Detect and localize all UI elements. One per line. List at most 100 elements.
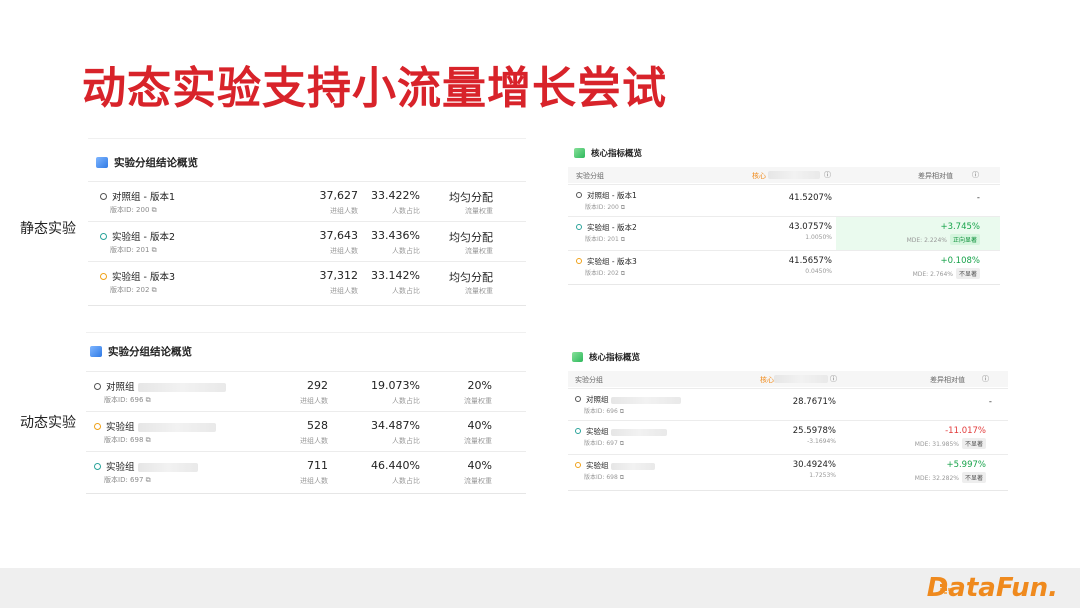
copy-icon[interactable]: ⧉ [152, 246, 157, 254]
traffic-weight: 均匀分配 [449, 271, 493, 284]
metric-delta: 0.0450% [805, 268, 832, 275]
table-row: 实验组 - 版本2 版本ID: 201 ⧉ 37,643 进组人数 33.436… [88, 221, 526, 262]
share-caption: 人数占比 [392, 437, 420, 445]
info-icon[interactable]: ⓘ [972, 170, 979, 180]
metrics-icon [574, 148, 585, 158]
group-name[interactable]: 对照组 - 版本1 [587, 191, 637, 200]
blurred-metric-name [768, 171, 820, 179]
diff-value: - [976, 193, 980, 203]
status-dot [576, 224, 582, 230]
metric-value: 28.7671% [792, 397, 836, 407]
group-name[interactable]: 实验组 [106, 462, 135, 473]
static-experiment-label: 静态实验 [20, 221, 76, 237]
metrics-icon [572, 352, 583, 362]
status-dot [94, 463, 101, 470]
group-name[interactable]: 对照组 [586, 395, 609, 404]
entry-count-caption: 进组人数 [300, 477, 328, 485]
metric-delta: 1.7253% [809, 472, 836, 479]
share-percent: 33.422% [371, 189, 420, 202]
traffic-weight: 均匀分配 [449, 231, 493, 244]
mde-info: MDE: 31.985% 不显著 [898, 438, 986, 449]
static-metrics-card: 核心指标概览 实验分组 核心 ⓘ 差异相对值 ⓘ 对照组 - 版本1 版本ID:… [568, 138, 1000, 285]
traffic-weight-caption: 流量权重 [464, 477, 492, 485]
copy-icon[interactable]: ⧉ [146, 396, 151, 404]
group-name[interactable]: 实验组 - 版本3 [112, 272, 175, 283]
table-row: 对照组 - 版本1 版本ID: 200 ⧉ 37,627 进组人数 33.422… [88, 181, 526, 222]
copy-icon[interactable]: ⧉ [146, 476, 151, 484]
mde-info: MDE: 2.764% 不显著 [898, 268, 980, 279]
version-id: 版本ID: 200 ⧉ [110, 206, 157, 214]
table-header: 实验分组 核心 ⓘ 差异相对值 ⓘ [568, 371, 1008, 387]
group-name[interactable]: 对照组 - 版本1 [112, 192, 175, 203]
entry-count: 528 [307, 419, 328, 432]
table-row: 对照组 版本ID: 696 ⧉ 292 进组人数 19.073% 人数占比 20… [86, 371, 526, 412]
slide-title: 动态实验支持小流量增长尝试 [82, 63, 667, 114]
info-icon[interactable]: ⓘ [824, 170, 831, 180]
group-name[interactable]: 实验组 - 版本2 [587, 223, 637, 232]
share-caption: 人数占比 [392, 477, 420, 485]
col-group: 实验分组 [576, 172, 604, 180]
traffic-weight: 40% [467, 459, 492, 472]
version-id: 版本ID: 698 ⧉ [104, 436, 151, 444]
table-row: 实验组 版本ID: 697 ⧉ 25.5978% -3.1694% -11.01… [568, 420, 1008, 455]
version-id: 版本ID: 202 ⧉ [110, 286, 157, 294]
diff-value: - [988, 397, 992, 407]
entry-count-caption: 进组人数 [330, 207, 358, 215]
group-name[interactable]: 实验组 [586, 427, 609, 436]
traffic-weight-caption: 流量权重 [465, 207, 493, 215]
blurred-group-desc [610, 396, 681, 404]
share-percent: 19.073% [371, 379, 420, 392]
status-dot [100, 233, 107, 240]
blurred-group-desc [137, 383, 226, 392]
group-name[interactable]: 对照组 [106, 382, 135, 393]
diff-value: +3.745% [940, 222, 980, 232]
copy-icon[interactable]: ⧉ [146, 436, 151, 444]
version-id: 版本ID: 698 ⧉ [584, 474, 624, 481]
status-dot [94, 423, 101, 430]
share-percent: 34.487% [371, 419, 420, 432]
share-percent: 33.436% [371, 229, 420, 242]
table-row: 实验组 - 版本3 版本ID: 202 ⧉ 37,312 进组人数 33.142… [88, 261, 526, 302]
group-name[interactable]: 实验组 [106, 422, 135, 433]
share-caption: 人数占比 [392, 397, 420, 405]
group-name[interactable]: 实验组 - 版本3 [587, 257, 637, 266]
blurred-group-desc [137, 423, 216, 432]
significance-badge: 不显著 [955, 268, 980, 279]
summary-header: 实验分组结论概览 [108, 346, 192, 358]
diff-value: +0.108% [940, 256, 980, 266]
version-id: 版本ID: 697 ⧉ [584, 440, 624, 447]
traffic-weight-caption: 流量权重 [464, 437, 492, 445]
dynamic-summary-card: 实验分组结论概览 对照组 版本ID: 696 ⧉ 292 进组人数 19.073… [86, 332, 526, 494]
dynamic-metrics-card: 核心指标概览 实验分组 核心 ⓘ 差异相对值 ⓘ 对照组 版本ID: 696 ⧉… [568, 342, 1008, 491]
table-row: 实验组 版本ID: 697 ⧉ 711 进组人数 46.440% 人数占比 40… [86, 451, 526, 492]
status-dot [576, 258, 582, 264]
metric-value: 43.0757% [788, 222, 832, 232]
version-id: 版本ID: 201 ⧉ [110, 246, 157, 254]
info-icon[interactable]: ⓘ [830, 374, 837, 384]
group-name[interactable]: 实验组 [586, 461, 609, 470]
metric-value: 30.4924% [792, 460, 836, 470]
col-group: 实验分组 [575, 376, 603, 384]
info-icon[interactable]: ⓘ [982, 374, 989, 384]
metric-delta: 1.0050% [805, 234, 832, 241]
status-dot [576, 192, 582, 198]
mde-info: MDE: 32.282% 不显著 [898, 472, 986, 483]
mde-info: MDE: 2.224% 正向显著 [898, 234, 980, 245]
chart-icon [96, 157, 108, 168]
copy-icon[interactable]: ⧉ [152, 286, 157, 294]
table-row: 对照组 - 版本1 版本ID: 200 ⧉ 41.5207% - [568, 184, 1000, 217]
copy-icon[interactable]: ⧉ [152, 206, 157, 214]
version-id: 版本ID: 696 ⧉ [104, 396, 151, 404]
blurred-group-desc [137, 463, 198, 472]
blurred-metric-name [774, 375, 828, 383]
metrics-header: 核心指标概览 [591, 149, 643, 159]
traffic-weight: 40% [467, 419, 492, 432]
group-name[interactable]: 实验组 - 版本2 [112, 232, 175, 243]
diff-value: -11.017% [945, 426, 986, 436]
version-id: 版本ID: 201 ⧉ [585, 236, 625, 243]
version-id: 版本ID: 200 ⧉ [585, 204, 625, 211]
version-id: 版本ID: 202 ⧉ [585, 270, 625, 277]
blurred-group-desc [610, 428, 667, 436]
metric-delta: -3.1694% [807, 438, 836, 445]
version-id: 版本ID: 697 ⧉ [104, 476, 151, 484]
